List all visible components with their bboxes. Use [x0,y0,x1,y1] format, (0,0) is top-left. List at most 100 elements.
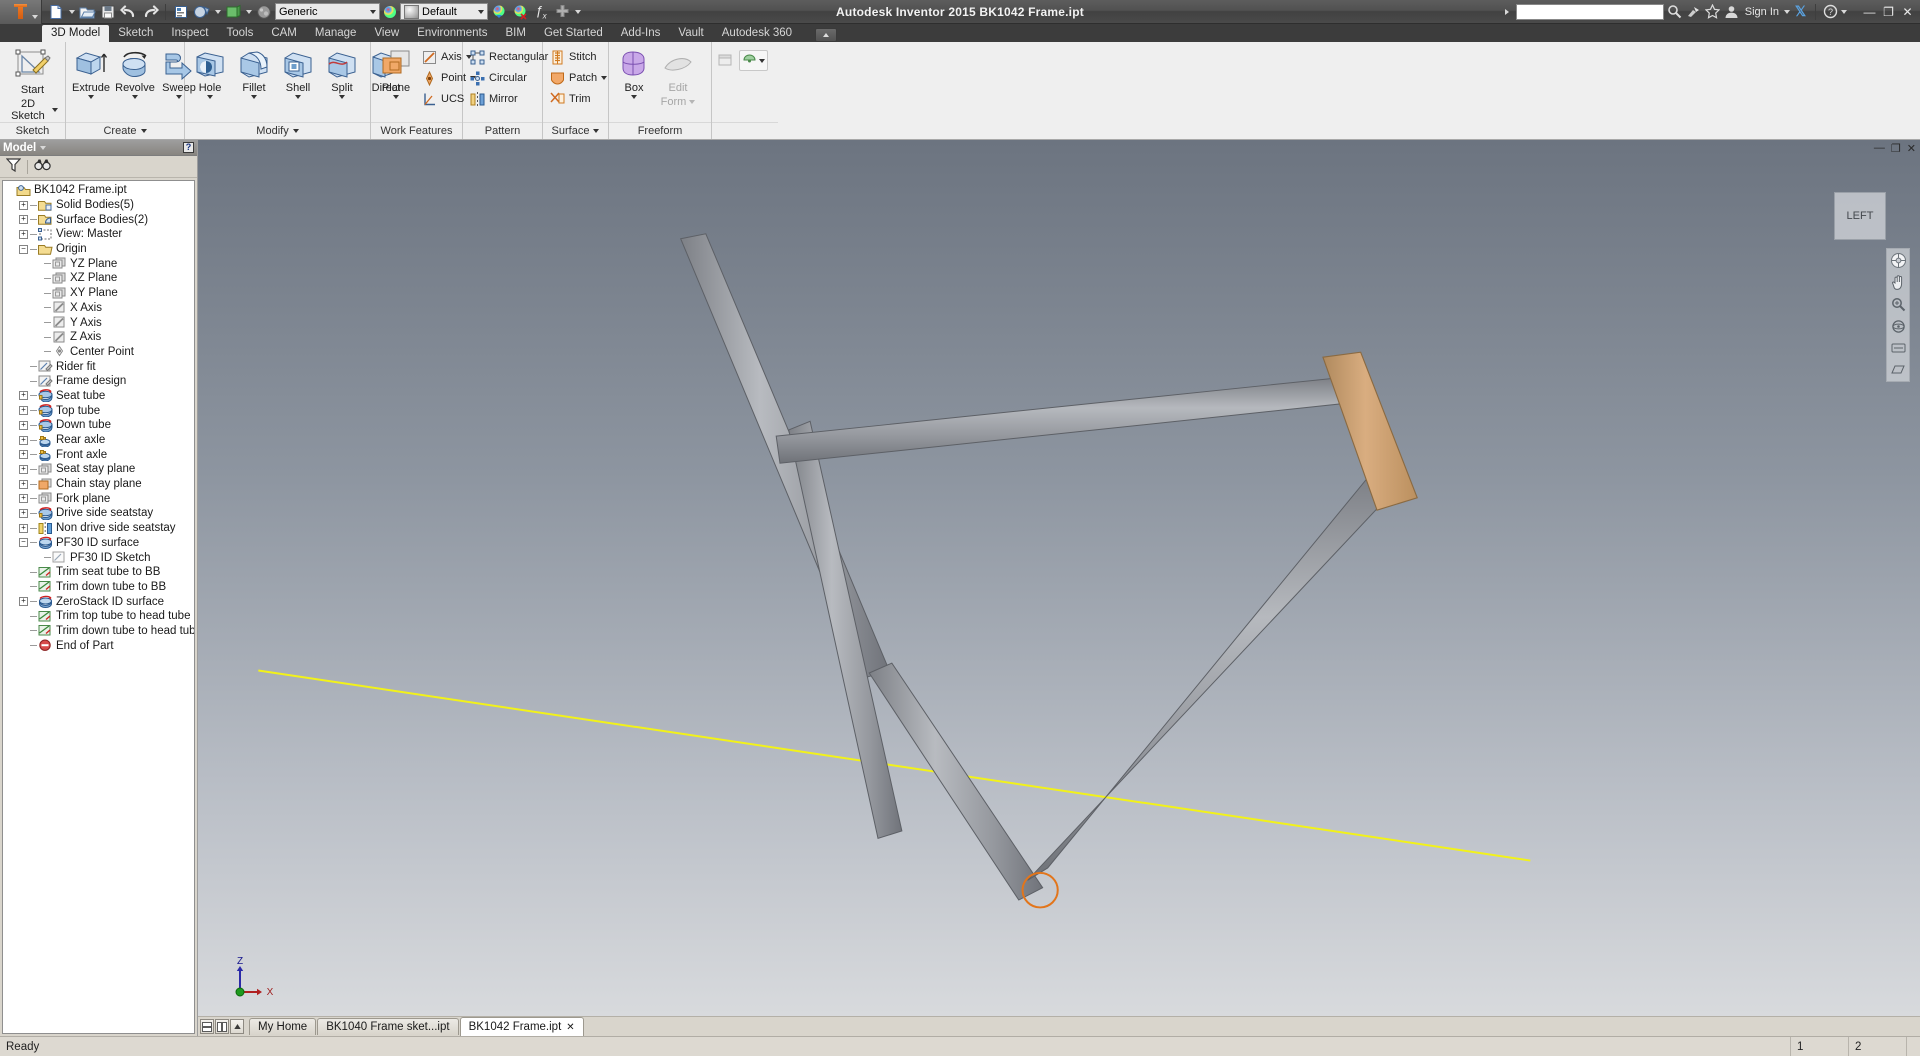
appearance-selector[interactable]: Default [400,3,488,20]
undo-button[interactable] [119,2,139,22]
tab-environments[interactable]: Environments [408,25,496,42]
tree-item-pf30-id-sketch[interactable]: PF30 ID Sketch [5,550,194,565]
tab-inspect[interactable]: Inspect [162,25,217,42]
redo-button[interactable] [140,2,160,22]
render-button[interactable] [254,2,274,22]
tab-manage[interactable]: Manage [306,25,366,42]
tree-item-xy-plane[interactable]: XY Plane [5,286,194,301]
doc-tab-bk1040[interactable]: BK1040 Frame sket...ipt [317,1018,459,1035]
open-file-button[interactable] [77,2,97,22]
model-tree[interactable]: BK1042 Frame.ipt + Solid Bodies(5) + Surface… [2,180,195,1034]
chevron-down-icon[interactable] [689,100,696,104]
fillet-dropdown[interactable] [251,95,257,99]
viewport-minimize-button[interactable]: — [1874,142,1885,155]
mirror-button[interactable]: Mirror [466,89,551,109]
parameters-button[interactable] [171,2,191,22]
new-file-dropdown[interactable] [67,2,76,22]
fx-parameters-button[interactable]: ƒx [531,2,551,22]
tab-view[interactable]: View [365,25,408,42]
minimize-window-button[interactable]: — [1861,4,1878,20]
edit-form-button[interactable]: Edit Form [656,46,700,108]
chevron-down-icon[interactable] [40,145,47,150]
tree-item-top-tube[interactable]: + Top tube [5,403,194,418]
tree-item-end-of-part[interactable]: End of Part [5,638,194,653]
expand-icon[interactable]: + [19,435,28,445]
stitch-button[interactable]: Stitch [546,47,610,67]
patch-button[interactable]: Patch [546,68,610,88]
expand-icon[interactable]: + [19,420,28,430]
filter-button[interactable] [5,158,22,175]
tree-item-zerostack-id-surface[interactable]: + ZeroStack ID surface [5,594,194,609]
tree-item-pf30-id-surface[interactable]: − PF30 ID surface [5,536,194,551]
tab-tools[interactable]: Tools [217,25,262,42]
tree-item-origin[interactable]: − Origin [5,242,194,257]
collapse-icon[interactable]: − [19,538,28,548]
resize-grip[interactable] [1906,1036,1920,1056]
expand-icon[interactable]: + [19,229,28,239]
tree-item-chain-stay-plane[interactable]: + Chain stay plane [5,477,194,492]
find-button[interactable] [34,158,51,175]
tree-item-x-axis[interactable]: X Axis [5,301,194,316]
material-browser-button[interactable] [192,2,212,22]
chevron-down-icon[interactable] [52,108,58,112]
panel-expand-icon[interactable] [140,129,147,133]
expand-icon[interactable]: + [19,450,28,460]
tree-item-surface-bodies-2[interactable]: + Surface Bodies(2) [5,212,194,227]
ribbon-extra-button[interactable] [715,50,735,70]
favorites-button[interactable] [1704,4,1721,20]
sign-in-button[interactable]: Sign In [1742,6,1782,18]
chevron-down-icon[interactable] [32,14,38,19]
extrude-dropdown[interactable] [88,95,94,99]
tree-item-fork-plane[interactable]: + Fork plane [5,491,194,506]
qat-dropdown[interactable] [573,2,582,22]
expand-icon[interactable]: + [19,391,28,401]
tree-item-front-axle[interactable]: + Front axle [5,447,194,462]
hole-dropdown[interactable] [207,95,213,99]
split-dropdown[interactable] [339,95,345,99]
tile-v-icon[interactable] [215,1019,229,1034]
exchange-apps-button[interactable]: 𝕏 [1792,3,1809,20]
material-selector[interactable]: Generic [275,3,380,20]
shell-button[interactable]: Shell [276,46,320,99]
freeform-box-button[interactable]: Box [612,46,656,99]
tab-add-ins[interactable]: Add-Ins [612,25,670,42]
expand-icon[interactable]: + [19,494,28,504]
circular-pattern-button[interactable]: Circular [466,68,551,88]
expand-icon[interactable]: + [19,200,28,210]
tab-autodesk-360[interactable]: Autodesk 360 [713,25,801,42]
work-plane-dropdown[interactable] [393,95,399,99]
bike-frame-model[interactable] [198,140,1920,1016]
revolve-dropdown[interactable] [132,95,138,99]
tree-item-z-axis[interactable]: Z Axis [5,330,194,345]
fillet-button[interactable]: Fillet [232,46,276,99]
material-dropdown[interactable] [213,2,222,22]
tree-item-rear-axle[interactable]: + Rear axle [5,433,194,448]
hole-button[interactable]: Hole [188,46,232,99]
tab-bim[interactable]: BIM [496,25,534,42]
extrude-button[interactable]: Extrude [69,46,113,99]
expand-icon[interactable]: + [19,597,28,607]
tree-item-non-drive-side-seatstay[interactable]: + Non drive side seatstay [5,521,194,536]
freeform-box-dropdown[interactable] [631,95,637,99]
search-input[interactable] [1515,3,1664,20]
tree-item-y-axis[interactable]: Y Axis [5,315,194,330]
appearance-browser-button[interactable] [223,2,243,22]
tab-3d-model[interactable]: 3D Model [42,25,110,42]
scroll-up-icon[interactable] [230,1019,244,1034]
work-plane-button[interactable]: Plane [374,46,418,99]
collapse-icon[interactable]: − [19,244,28,254]
tree-item-view-master[interactable]: + View: Master [5,227,194,242]
expand-icon[interactable]: + [19,523,28,533]
tree-item-down-tube[interactable]: + Down tube [5,418,194,433]
tab-get-started[interactable]: Get Started [535,25,612,42]
panel-expand-icon[interactable] [593,129,600,133]
adjust-appearance-button[interactable] [510,2,530,22]
tree-item-seat-tube[interactable]: + Seat tube [5,389,194,404]
new-file-button[interactable] [46,2,66,22]
sign-in-dropdown[interactable] [1784,9,1790,14]
tree-item-solid-bodies-5[interactable]: + Solid Bodies(5) [5,198,194,213]
tree-item-xz-plane[interactable]: XZ Plane [5,271,194,286]
search-button[interactable] [1666,4,1683,20]
close-icon[interactable]: ✕ [566,1022,574,1033]
restore-window-button[interactable]: ❐ [1880,4,1897,20]
